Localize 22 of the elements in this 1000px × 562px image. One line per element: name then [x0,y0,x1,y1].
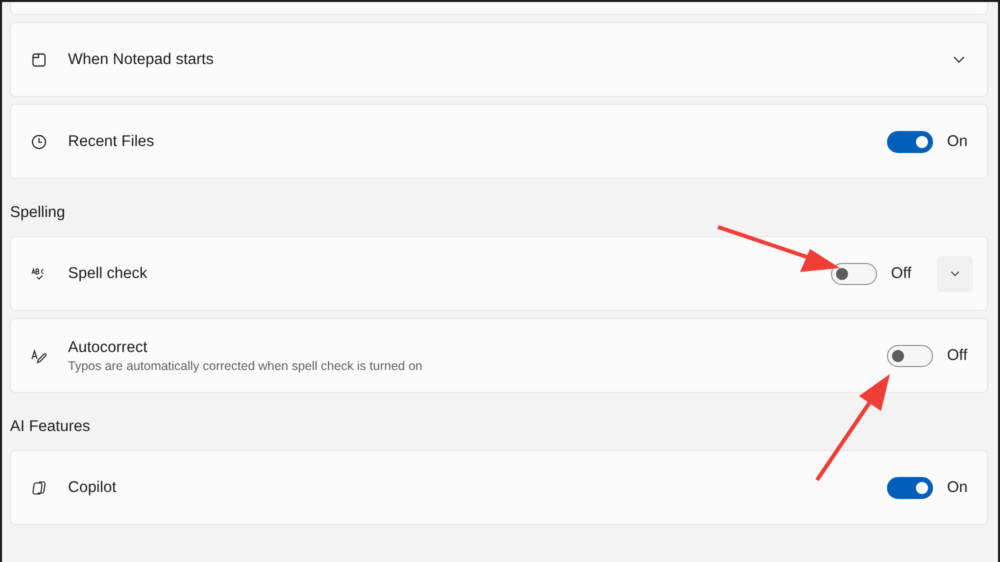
toggle-switch[interactable] [887,130,933,152]
toggle-switch[interactable] [887,476,933,498]
toggle-state-label: Off [947,346,968,364]
clock-icon [31,134,47,150]
copilot-icon [31,480,47,496]
setting-title: Copilot [68,478,118,496]
setting-description: Typos are automatically corrected when spell check is turned on [68,358,424,372]
toggle-state-label: Off [891,264,912,282]
toggle-switch[interactable] [887,344,933,366]
pen-icon [31,348,47,364]
chevron-down-icon [950,270,960,276]
toggle-state-label: On [947,132,969,150]
setting-title: When Notepad starts [68,50,215,68]
toggle-switch[interactable] [831,262,877,284]
section-header: AI Features [10,417,92,437]
setting-title: Autocorrect [68,338,148,356]
setting-title: Recent Files [68,132,156,150]
section-header: Spelling [10,203,66,223]
toggle-state-label: On [947,478,969,496]
window-icon [31,52,47,68]
setting-title: Spell check [68,264,148,282]
chevron-down-icon[interactable] [953,56,965,64]
